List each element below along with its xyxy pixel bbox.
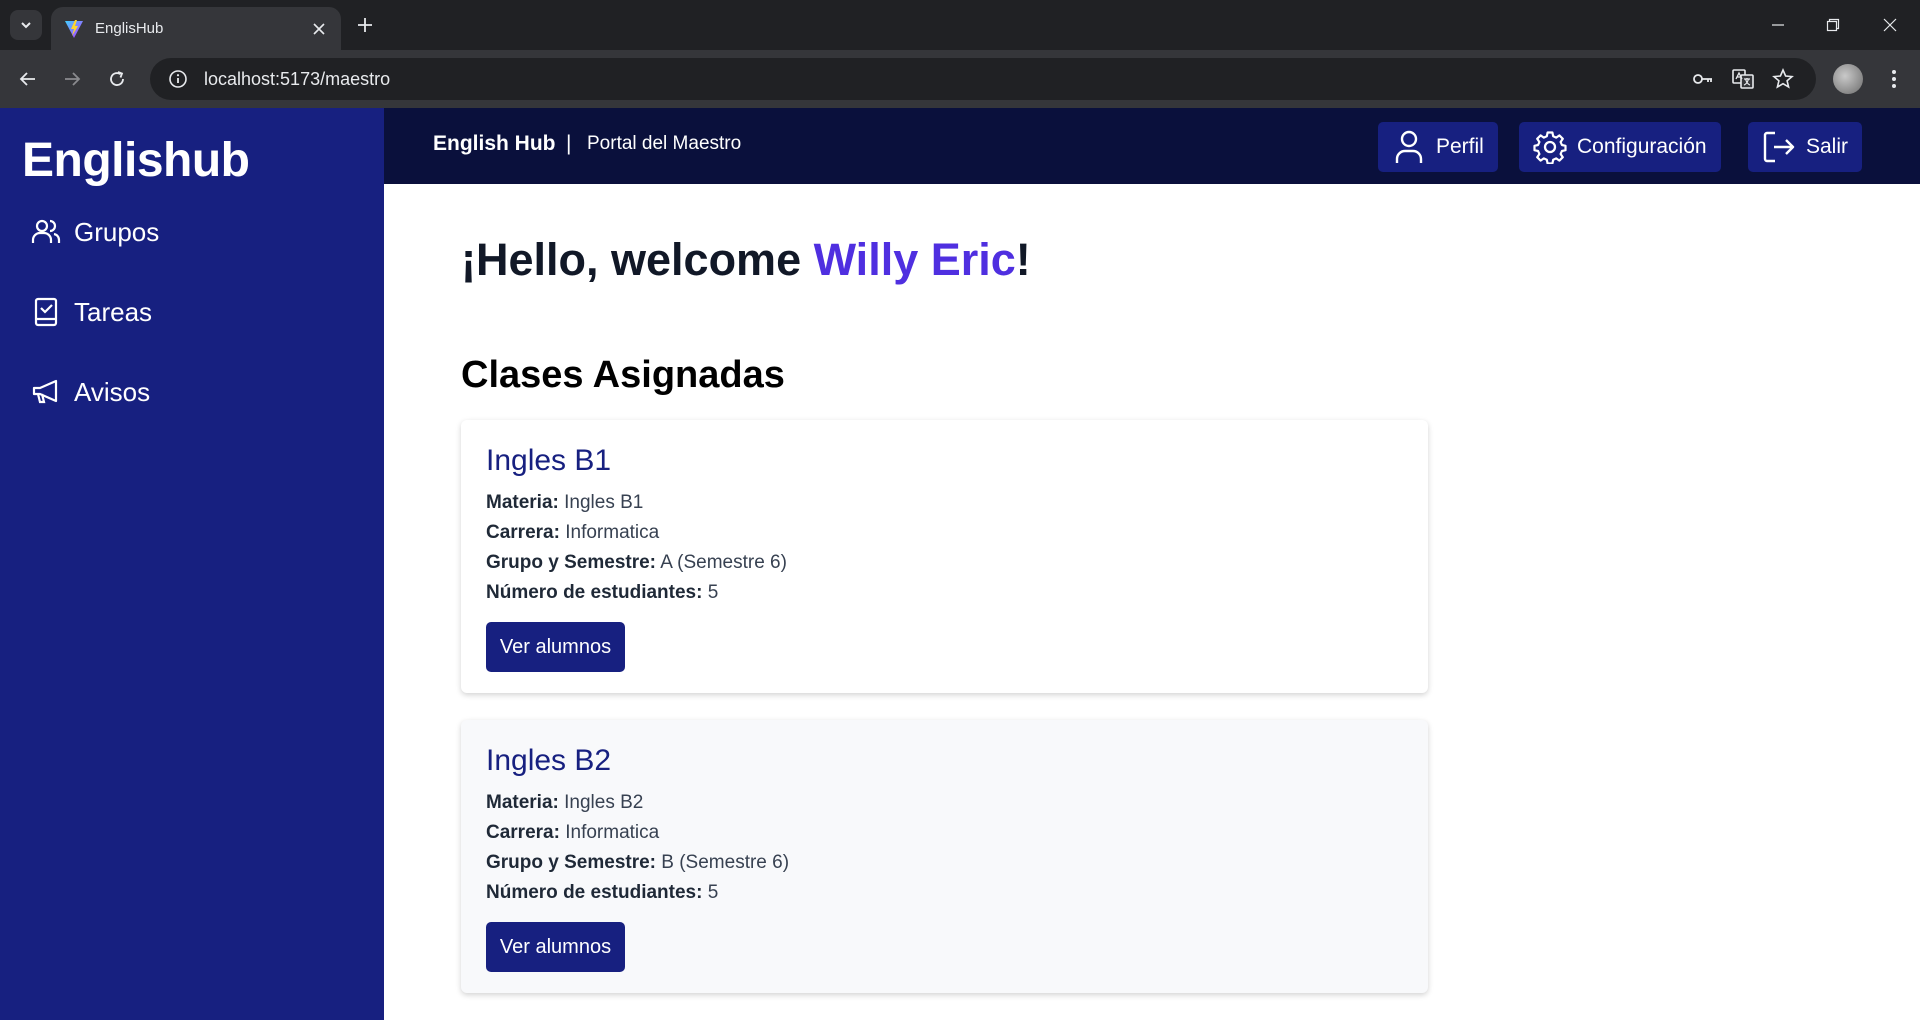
class-materia: Materia: Ingles B2 (486, 788, 1403, 818)
field-value: B (Semestre 6) (661, 852, 790, 873)
field-value: 5 (707, 582, 719, 603)
tab-title: EnglisHub (95, 20, 164, 37)
browser-toolbar: localhost:5173/maestro (0, 50, 1920, 108)
bookmark-star-icon[interactable] (1766, 62, 1800, 96)
back-icon[interactable] (12, 63, 44, 95)
class-card: Ingles B1 Materia: Ingles B1 Carrera: In… (461, 420, 1428, 693)
field-label: Materia: (486, 792, 559, 813)
class-carrera: Carrera: Informatica (486, 518, 1403, 548)
salir-label: Salir (1806, 135, 1849, 158)
section-title: Clases Asignadas (461, 354, 785, 396)
field-label: Número de estudiantes: (486, 882, 703, 903)
field-label: Número de estudiantes: (486, 582, 703, 603)
clipboard-check-icon (28, 294, 64, 330)
configuracion-button[interactable]: Configuración (1519, 122, 1721, 172)
class-materia: Materia: Ingles B1 (486, 488, 1403, 518)
salir-button[interactable]: Salir (1748, 122, 1863, 172)
class-estudiantes: Número de estudiantes: 5 (486, 878, 1403, 908)
field-label: Materia: (486, 492, 559, 513)
browser-tab[interactable]: EnglisHub (51, 7, 341, 50)
field-value: Informatica (565, 822, 660, 843)
close-window-icon[interactable] (1870, 10, 1910, 40)
address-bar[interactable]: localhost:5173/maestro (150, 58, 1816, 100)
logout-icon (1762, 130, 1796, 164)
greeting-prefix: ¡Hello, welcome (461, 234, 814, 285)
translate-icon[interactable] (1726, 62, 1760, 96)
field-value: Ingles B2 (564, 792, 644, 813)
perfil-label: Perfil (1436, 135, 1484, 158)
tab-search-button[interactable] (10, 10, 42, 40)
key-icon[interactable] (1686, 62, 1720, 96)
restore-icon[interactable] (1813, 10, 1853, 40)
welcome-heading: ¡Hello, welcome Willy Eric! (461, 234, 1031, 286)
class-title: Ingles B1 (486, 444, 612, 477)
header-portal-title: Portal del Maestro (587, 133, 742, 154)
sidebar: Englishub Grupos Tareas Avisos (0, 108, 384, 1020)
site-info-icon[interactable] (166, 67, 190, 91)
configuracion-label: Configuración (1577, 135, 1707, 158)
class-grupo: Grupo y Semestre: A (Semestre 6) (486, 548, 1403, 578)
field-label: Carrera: (486, 522, 560, 543)
close-tab-icon[interactable] (309, 19, 329, 39)
app-header: English Hub | Portal del Maestro Perfil … (384, 108, 1920, 184)
perfil-button[interactable]: Perfil (1378, 122, 1498, 172)
profile-avatar[interactable] (1833, 64, 1863, 94)
sidebar-item-label: Tareas (74, 296, 153, 327)
field-value: A (Semestre 6) (660, 552, 787, 573)
field-label: Grupo y Semestre: (486, 552, 656, 573)
ver-alumnos-button[interactable]: Ver alumnos (486, 622, 625, 672)
field-label: Carrera: (486, 822, 560, 843)
sidebar-item-label: Grupos (74, 216, 160, 247)
megaphone-icon (28, 374, 64, 410)
chevron-down-icon (21, 22, 31, 29)
url-text[interactable]: localhost:5173/maestro (204, 69, 1680, 90)
user-name: Willy Eric (813, 234, 1016, 285)
class-card: Ingles B2 Materia: Ingles B2 Carrera: In… (461, 720, 1428, 993)
class-estudiantes: Número de estudiantes: 5 (486, 578, 1403, 608)
users-icon (28, 214, 64, 250)
field-value: Ingles B1 (564, 492, 644, 513)
sidebar-item-label: Avisos (74, 376, 151, 407)
browser-tabbar: EnglisHub (0, 0, 1920, 50)
field-value: Informatica (565, 522, 660, 543)
sidebar-item-avisos[interactable]: Avisos (28, 370, 150, 414)
user-icon (1392, 130, 1426, 164)
reload-icon[interactable] (101, 63, 133, 95)
ver-alumnos-button[interactable]: Ver alumnos (486, 922, 625, 972)
forward-icon[interactable] (56, 63, 88, 95)
header-brand: English Hub (433, 132, 556, 155)
class-grupo: Grupo y Semestre: B (Semestre 6) (486, 848, 1403, 878)
sidebar-item-grupos[interactable]: Grupos (28, 210, 159, 254)
field-value: 5 (707, 882, 719, 903)
more-menu-icon[interactable] (1878, 63, 1910, 95)
minimize-icon[interactable] (1758, 10, 1798, 40)
class-title: Ingles B2 (486, 744, 612, 777)
sidebar-brand: Englishub (22, 134, 250, 187)
gear-icon (1533, 130, 1567, 164)
header-separator: | (566, 132, 572, 155)
greeting-suffix: ! (1015, 234, 1031, 285)
class-carrera: Carrera: Informatica (486, 818, 1403, 848)
main-content: ¡Hello, welcome Willy Eric! Clases Asign… (384, 184, 1920, 1020)
vite-logo-icon (65, 19, 83, 38)
new-tab-icon[interactable] (352, 12, 378, 38)
sidebar-item-tareas[interactable]: Tareas (28, 290, 152, 334)
field-label: Grupo y Semestre: (486, 852, 656, 873)
